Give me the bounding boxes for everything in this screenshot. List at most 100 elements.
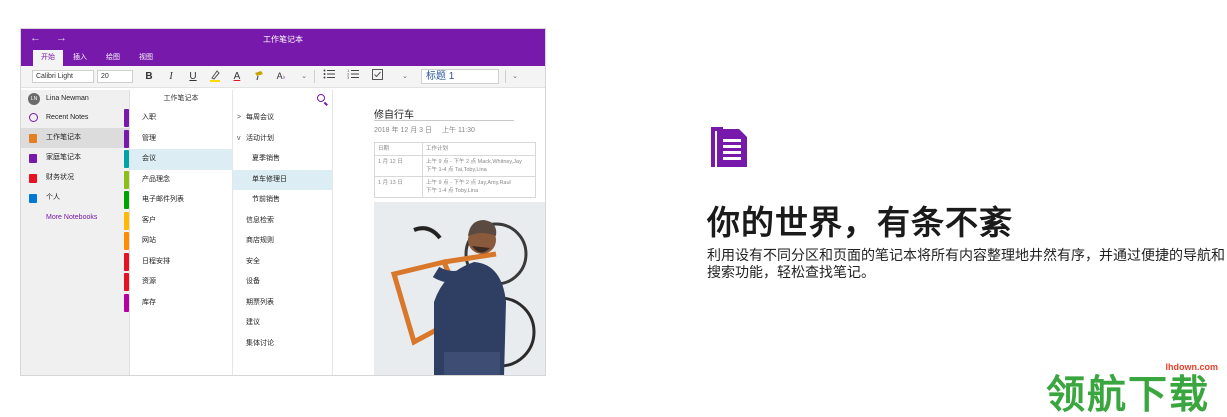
- page-item[interactable]: 信息检索: [233, 211, 332, 232]
- more-notebooks-link[interactable]: More Notebooks: [21, 208, 129, 228]
- bicycle-photo: [374, 202, 545, 375]
- clock-icon: [29, 113, 38, 122]
- page-item[interactable]: > 每周会议: [233, 108, 332, 129]
- page-label: 建议: [246, 319, 260, 326]
- page-label: 节前销售: [252, 196, 280, 203]
- notebook-item-finance[interactable]: 财务状况: [21, 168, 129, 188]
- numbered-list-icon[interactable]: 123: [346, 69, 360, 84]
- section-color-tab: [124, 252, 129, 271]
- note-title[interactable]: 修自行车: [374, 106, 414, 121]
- section-item[interactable]: 管理: [124, 129, 232, 150]
- note-date: 2018 年 12 月 3 日: [374, 127, 432, 134]
- section-label: 网站: [142, 237, 156, 244]
- page-item[interactable]: 商店规则: [233, 231, 332, 252]
- section-item[interactable]: 日程安排: [124, 252, 232, 273]
- section-item[interactable]: 库存: [124, 293, 232, 314]
- search-icon[interactable]: [317, 94, 325, 102]
- font-color-button[interactable]: A: [230, 69, 244, 84]
- page-item[interactable]: 建议: [233, 313, 332, 334]
- section-item[interactable]: 入职: [124, 108, 232, 129]
- page-label: 活动计划: [246, 134, 274, 142]
- styles-icon[interactable]: A♭: [274, 69, 288, 84]
- section-label: 会议: [142, 155, 156, 162]
- page-item[interactable]: 设备: [233, 272, 332, 293]
- section-color-tab: [124, 232, 129, 250]
- page-label: 集体讨论: [246, 339, 274, 347]
- notebook-icon: [29, 194, 37, 203]
- table-cell: 上午 9 点 - 下午 2 点 Mack,Whitney,Jay 下午 1-4 …: [422, 155, 536, 177]
- notebook-item-recent[interactable]: Recent Notes: [21, 108, 129, 128]
- note-canvas[interactable]: 修自行车 2018 年 12 月 3 日 上午 11:30 日期 工作计划 1 …: [333, 90, 545, 375]
- ribbon-toolbar: Calibri Light 20 B I U A A♭ ⌄ 123 ⌄ 标题 1…: [21, 66, 545, 88]
- note-time: 上午 11:30: [442, 127, 475, 134]
- notebook-label: 财务状况: [46, 174, 74, 181]
- site-watermark: 领航下载 lhdown.com: [1046, 362, 1222, 417]
- user-account[interactable]: LN Lina Newman: [21, 90, 129, 108]
- window-title: 工作笔记本: [263, 35, 303, 44]
- page-item[interactable]: 单车修理日: [233, 169, 332, 190]
- section-item[interactable]: 网站: [124, 231, 232, 252]
- svg-text:3: 3: [347, 76, 349, 79]
- tab-view[interactable]: 视图: [131, 50, 161, 66]
- section-item[interactable]: 电子邮件列表: [124, 190, 232, 211]
- toolbar-divider: [505, 70, 506, 83]
- chevron-right-icon[interactable]: >: [237, 108, 241, 129]
- section-color-tab: [124, 191, 129, 209]
- sections-pane: 工作笔记本 入职 管理 会议 产品理念 电子邮件列表 客户 网站 日程安排 资源…: [124, 90, 232, 375]
- page-label: 设备: [246, 278, 260, 285]
- section-color-tab: [124, 109, 129, 127]
- bullet-list-icon[interactable]: [322, 69, 336, 84]
- page-item[interactable]: 夏季销售: [233, 149, 332, 170]
- font-name-select[interactable]: Calibri Light: [32, 70, 94, 83]
- section-item[interactable]: 产品理念: [124, 170, 232, 191]
- notebook-item-personal[interactable]: 个人: [21, 188, 129, 208]
- ribbon-tabs: 开始 插入 绘图 视图: [21, 50, 545, 66]
- tab-home[interactable]: 开始: [33, 50, 63, 66]
- tab-draw[interactable]: 绘图: [98, 50, 128, 66]
- bold-button[interactable]: B: [142, 69, 156, 84]
- page-label: 商店规则: [246, 237, 274, 244]
- table-header-cell: 工作计划: [422, 142, 536, 156]
- format-painter-icon[interactable]: [252, 69, 266, 84]
- italic-button[interactable]: I: [164, 69, 178, 84]
- section-label: 日程安排: [142, 257, 170, 265]
- section-color-tab: [124, 273, 129, 291]
- notebook-item-family[interactable]: 家庭笔记本: [21, 148, 129, 168]
- notebook-icon: [29, 154, 37, 163]
- table-cell: 1 月 13 日: [374, 176, 423, 198]
- chevron-down-icon[interactable]: ⌄: [297, 69, 311, 84]
- onenote-window: ← → 工作笔记本 开始 插入 绘图 视图 Calibri Light 20 B…: [20, 28, 546, 376]
- page-item[interactable]: v 活动计划: [233, 129, 332, 150]
- section-color-tab: [124, 129, 129, 148]
- section-item[interactable]: 会议: [124, 149, 232, 170]
- section-label: 电子邮件列表: [142, 196, 184, 203]
- section-item[interactable]: 客户: [124, 211, 232, 232]
- section-label: 客户: [142, 216, 156, 224]
- page-item[interactable]: 节前销售: [233, 190, 332, 211]
- page-item[interactable]: 期票列表: [233, 293, 332, 314]
- title-underline: [374, 120, 514, 121]
- chevron-down-icon[interactable]: ⌄: [508, 69, 522, 84]
- notebook-label: Recent Notes: [46, 114, 89, 121]
- promo-description: 利用设有不同分区和页面的笔记本将所有内容整理地井然有序，并通过便捷的导航和搜索功…: [707, 247, 1225, 280]
- tab-insert[interactable]: 插入: [65, 50, 95, 66]
- chevron-down-icon[interactable]: ⌄: [398, 69, 412, 84]
- page-item[interactable]: 安全: [233, 252, 332, 273]
- page-label: 安全: [246, 257, 260, 265]
- highlight-icon[interactable]: [208, 69, 222, 84]
- checkbox-tag-icon[interactable]: [370, 69, 384, 84]
- section-color-tab: [124, 293, 129, 312]
- underline-button[interactable]: U: [186, 69, 200, 84]
- chevron-down-icon[interactable]: v: [237, 129, 241, 150]
- style-heading-select[interactable]: 标题 1: [421, 69, 499, 84]
- page-item[interactable]: 集体讨论: [233, 334, 332, 355]
- notebook-label: 家庭笔记本: [46, 154, 81, 161]
- font-size-select[interactable]: 20: [97, 70, 133, 83]
- section-item[interactable]: 资源: [124, 272, 232, 293]
- schedule-table[interactable]: 日期 工作计划 1 月 12 日 上午 9 点 - 下午 2 点 Mack,Wh…: [374, 142, 536, 198]
- page-label: 夏季销售: [252, 155, 280, 162]
- notebook-item-work[interactable]: 工作笔记本: [21, 128, 129, 148]
- section-label: 库存: [142, 298, 156, 306]
- page-label: 每周会议: [246, 114, 274, 121]
- page-label: 期票列表: [246, 298, 274, 306]
